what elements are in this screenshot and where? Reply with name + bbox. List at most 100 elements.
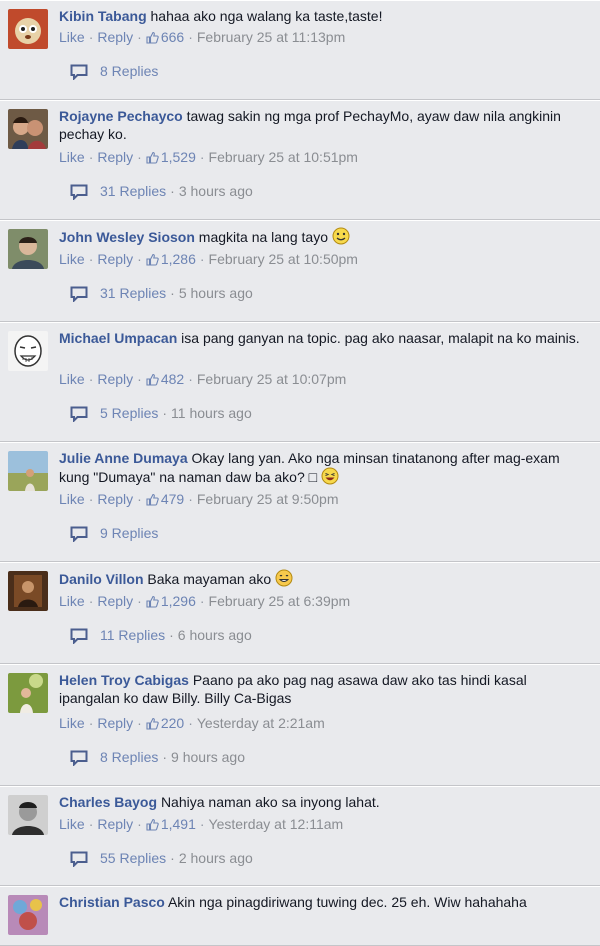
comment-actions: Like · Reply · 220 · Yesterday at 2:21am	[59, 714, 325, 734]
thumbs-up-icon	[146, 30, 159, 48]
comment-item: Rojayne Pechayco tawag sakin ng mga prof…	[0, 100, 600, 220]
like-count[interactable]: 1,491	[146, 816, 196, 832]
comment-timestamp[interactable]: February 25 at 9:50pm	[197, 491, 339, 507]
reply-link[interactable]: Reply	[97, 491, 133, 507]
replies-link[interactable]: 31 Replies · 5 hours ago	[70, 284, 253, 306]
like-count[interactable]: 482	[146, 371, 184, 387]
like-link[interactable]: Like	[59, 715, 85, 731]
like-link[interactable]: Like	[59, 149, 85, 165]
comment-actions: Like · Reply · 666 · February 25 at 11:13pm	[59, 28, 345, 48]
replies-link[interactable]: 55 Replies · 2 hours ago	[70, 849, 253, 871]
comment-timestamp[interactable]: February 25 at 10:50pm	[209, 251, 358, 267]
replies-time: 6 hours ago	[177, 627, 252, 643]
avatar[interactable]	[8, 331, 48, 371]
avatar[interactable]	[8, 795, 48, 835]
replies-time: 9 hours ago	[171, 749, 245, 765]
like-link[interactable]: Like	[59, 29, 85, 45]
reply-link[interactable]: Reply	[97, 593, 133, 609]
replies-count[interactable]: 11 Replies	[100, 627, 165, 643]
replies-count[interactable]: 8 Replies	[100, 63, 158, 79]
comment-body: Christian Pasco Akin nga pinagdiriwang t…	[59, 893, 589, 911]
replies-time: 5 hours ago	[178, 285, 253, 301]
like-count[interactable]: 220	[146, 715, 184, 731]
like-count[interactable]: 666	[146, 29, 184, 45]
comment-timestamp[interactable]: February 25 at 10:51pm	[209, 149, 358, 165]
replies-link[interactable]: 9 Replies	[70, 524, 158, 546]
replies-count[interactable]: 55 Replies	[100, 850, 166, 866]
comment-author[interactable]: Kibin Tabang	[59, 8, 147, 24]
like-link[interactable]: Like	[59, 371, 85, 387]
like-count-value: 1,491	[160, 816, 196, 832]
avatar[interactable]	[8, 673, 48, 713]
avatar[interactable]	[8, 9, 48, 49]
comment-actions: Like · Reply · 1,491 · Yesterday at 12:11am	[59, 815, 343, 835]
like-count[interactable]: 479	[146, 491, 184, 507]
replies-link[interactable]: 11 Replies · 6 hours ago	[70, 626, 252, 648]
like-count[interactable]: 1,286	[146, 251, 196, 267]
comment-item: Julie Anne Dumaya Okay lang yan. Ako nga…	[0, 442, 600, 562]
comment-timestamp[interactable]: Yesterday at 12:11am	[209, 816, 344, 832]
thumbs-up-icon	[146, 252, 159, 270]
replies-link[interactable]: 5 Replies · 11 hours ago	[70, 404, 252, 426]
avatar[interactable]	[8, 109, 48, 149]
laughing-emoji-icon	[321, 467, 339, 489]
replies-link[interactable]: 31 Replies · 3 hours ago	[70, 182, 253, 204]
comment-author[interactable]: Charles Bayog	[59, 794, 157, 810]
comment-author[interactable]: Christian Pasco	[59, 894, 165, 910]
replies-count[interactable]: 31 Replies	[100, 183, 166, 199]
avatar[interactable]	[8, 451, 48, 491]
comment-timestamp[interactable]: Yesterday at 2:21am	[197, 715, 325, 731]
reply-bubble-icon	[70, 851, 88, 871]
like-count-value: 1,529	[160, 149, 196, 165]
replies-count[interactable]: 9 Replies	[100, 525, 158, 541]
comment-timestamp[interactable]: February 25 at 11:13pm	[197, 29, 345, 45]
like-link[interactable]: Like	[59, 593, 85, 609]
comment-author[interactable]: Julie Anne Dumaya	[59, 450, 188, 466]
comment-body: Kibin Tabang hahaa ako nga walang ka tas…	[59, 7, 589, 25]
comment-body: Danilo Villon Baka mayaman ako	[59, 569, 589, 591]
avatar[interactable]	[8, 229, 48, 269]
thumbs-up-icon	[146, 594, 159, 612]
comment-author[interactable]: Michael Umpacan	[59, 330, 177, 346]
comment-author[interactable]: Danilo Villon	[59, 571, 144, 587]
replies-link[interactable]: 8 Replies	[70, 62, 158, 84]
comment-actions: Like · Reply · 479 · February 25 at 9:50pm	[59, 490, 339, 510]
replies-count[interactable]: 8 Replies	[100, 749, 158, 765]
like-link[interactable]: Like	[59, 816, 85, 832]
like-link[interactable]: Like	[59, 251, 85, 267]
comment-body: Helen Troy Cabigas Paano pa ako pag nag …	[59, 671, 589, 707]
comment-author[interactable]: Helen Troy Cabigas	[59, 672, 189, 688]
replies-count[interactable]: 5 Replies	[100, 405, 158, 421]
comment-text: hahaa ako nga walang ka taste,taste!	[150, 8, 383, 24]
comment-timestamp[interactable]: February 25 at 10:07pm	[197, 371, 346, 387]
comment-item: Kibin Tabang hahaa ako nga walang ka tas…	[0, 0, 600, 100]
comment-author[interactable]: Rojayne Pechayco	[59, 108, 183, 124]
comment-actions: Like · Reply · 482 · February 25 at 10:07pm	[59, 370, 346, 390]
comment-item: Helen Troy Cabigas Paano pa ako pag nag …	[0, 664, 600, 786]
reply-bubble-icon	[70, 628, 88, 648]
comment-actions: Like · Reply · 1,296 · February 25 at 6:39pm	[59, 592, 350, 612]
comment-author[interactable]: John Wesley Sioson	[59, 229, 195, 245]
reply-link[interactable]: Reply	[97, 251, 133, 267]
like-count[interactable]: 1,529	[146, 149, 196, 165]
reply-link[interactable]: Reply	[97, 149, 133, 165]
reply-bubble-icon	[70, 526, 88, 546]
reply-link[interactable]: Reply	[97, 29, 133, 45]
reply-link[interactable]: Reply	[97, 816, 133, 832]
comment-feed: Kibin Tabang hahaa ako nga walang ka tas…	[0, 0, 600, 946]
like-link[interactable]: Like	[59, 491, 85, 507]
replies-count[interactable]: 31 Replies	[100, 285, 166, 301]
like-count[interactable]: 1,296	[146, 593, 196, 609]
reply-link[interactable]: Reply	[97, 715, 133, 731]
comment-item: Charles Bayog Nahiya naman ako sa inyong…	[0, 786, 600, 886]
reply-link[interactable]: Reply	[97, 371, 133, 387]
reply-bubble-icon	[70, 406, 88, 426]
thumbs-up-icon	[146, 716, 159, 734]
like-count-value: 1,286	[160, 251, 196, 267]
avatar[interactable]	[8, 895, 48, 935]
like-count-value: 666	[160, 29, 185, 45]
comment-timestamp[interactable]: February 25 at 6:39pm	[209, 593, 351, 609]
avatar[interactable]	[8, 571, 48, 611]
comment-body: Rojayne Pechayco tawag sakin ng mga prof…	[59, 107, 589, 143]
replies-link[interactable]: 8 Replies · 9 hours ago	[70, 748, 245, 770]
